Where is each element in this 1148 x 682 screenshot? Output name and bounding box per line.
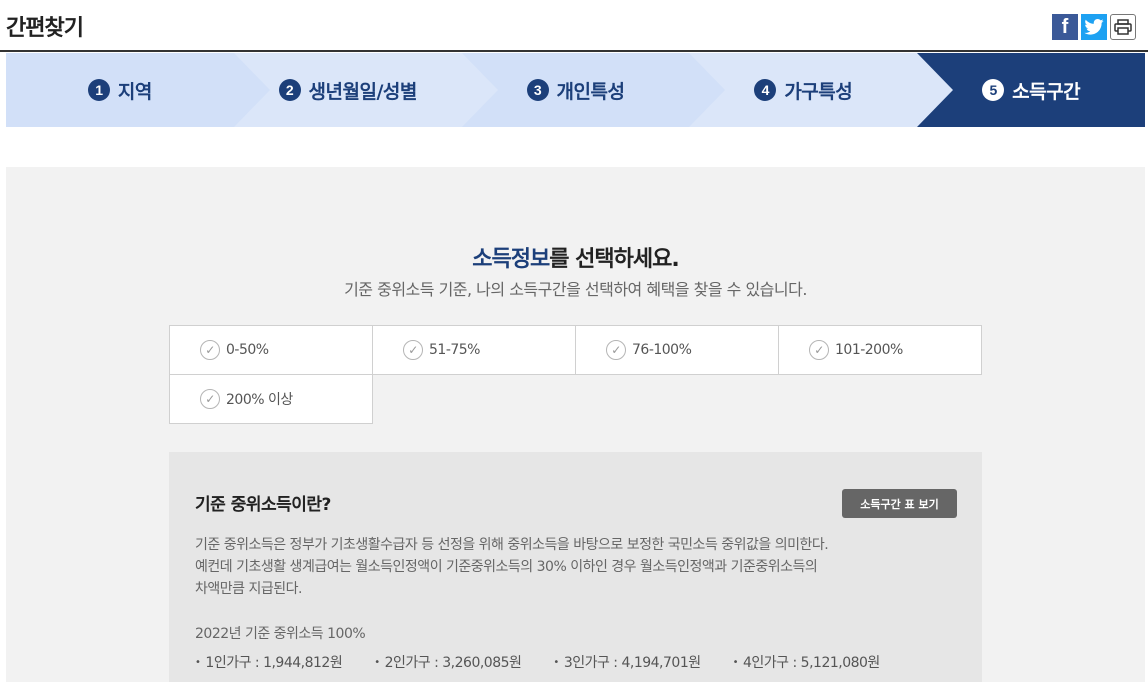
- household-item: 3인가구 : 4,194,701원: [553, 652, 701, 672]
- step-label: 소득구간: [1012, 80, 1081, 103]
- step-label: 지역: [117, 80, 152, 103]
- median-income-info: 기준 중위소득이란? 소득구간 표 보기 기준 중위소득은 정부가 기초생활수급…: [169, 452, 982, 682]
- household-item: 1인가구 : 1,944,812원: [195, 652, 342, 672]
- heading-highlight: 소득정보: [472, 247, 550, 272]
- chevron-arrow: [461, 53, 498, 127]
- heading-rest: 를 선택하세요.: [549, 247, 679, 272]
- income-option[interactable]: ✓ 101-200%: [778, 325, 982, 375]
- step-label: 가구특성: [784, 80, 853, 103]
- facebook-glyph: f: [1061, 15, 1069, 38]
- chevron-arrow: [233, 53, 270, 127]
- info-description: 기준 중위소득은 정부가 기초생활수급자 등 선정을 위해 중위소득을 바탕으로…: [195, 534, 955, 600]
- income-option[interactable]: ✓ 76-100%: [575, 325, 779, 375]
- step-number: 4: [754, 79, 777, 101]
- twitter-icon[interactable]: [1081, 14, 1107, 40]
- info-desc-line: 기준 중위소득은 정부가 기초생활수급자 등 선정을 위해 중위소득을 바탕으로…: [195, 537, 829, 553]
- household-item: 4인가구 : 5,121,080원: [733, 652, 880, 672]
- info-desc-line: 차액만큼 지급된다.: [195, 581, 302, 597]
- income-option[interactable]: ✓ 0-50%: [169, 325, 373, 375]
- step-label: 생년월일/성별: [308, 80, 418, 103]
- step-number: 3: [526, 79, 549, 101]
- household-list: 1인가구 : 1,944,812원 2인가구 : 3,260,085원 3인가구…: [195, 652, 912, 672]
- share-toolbar: f: [1052, 14, 1136, 40]
- income-option[interactable]: ✓ 200% 이상: [169, 374, 373, 424]
- header: 간편찾기 f: [0, 0, 1148, 52]
- check-icon: ✓: [200, 340, 220, 360]
- check-icon: ✓: [809, 340, 829, 360]
- info-title: 기준 중위소득이란?: [195, 495, 331, 515]
- option-label: 0-50%: [226, 342, 269, 358]
- facebook-icon[interactable]: f: [1052, 14, 1078, 40]
- step-region[interactable]: 1 지역: [6, 53, 270, 127]
- check-icon: ✓: [606, 340, 626, 360]
- option-label: 101-200%: [835, 342, 903, 358]
- step-label-wrap: 1 지역: [87, 77, 152, 104]
- income-option[interactable]: ✓ 51-75%: [372, 325, 576, 375]
- option-label: 200% 이상: [226, 392, 293, 408]
- step-label-wrap: 5 소득구간: [982, 77, 1081, 104]
- check-icon: ✓: [403, 340, 423, 360]
- check-icon: ✓: [200, 389, 220, 409]
- step-number: 2: [278, 79, 301, 101]
- income-panel: 소득정보를 선택하세요. 기준 중위소득 기준, 나의 소득구간을 선택하여 혜…: [6, 167, 1145, 682]
- section-subheading: 기준 중위소득 기준, 나의 소득구간을 선택하여 혜택을 찾을 수 있습니다.: [344, 280, 807, 299]
- step-label-wrap: 2 생년월일/성별: [278, 77, 418, 104]
- step-number: 1: [87, 79, 110, 101]
- household-item: 2인가구 : 3,260,085원: [374, 652, 522, 672]
- step-label-wrap: 4 가구특성: [754, 77, 853, 104]
- chevron-arrow: [689, 53, 726, 127]
- step-label: 개인특성: [556, 80, 625, 103]
- section-heading: 소득정보를 선택하세요.: [6, 241, 1145, 273]
- option-label: 51-75%: [429, 342, 480, 358]
- page-title: 간편찾기: [6, 16, 84, 41]
- step-navigation: 1 지역 2 생년월일/성별 3 개인특성 4 가구특성 5 소득구간: [6, 53, 1145, 127]
- income-table-button[interactable]: 소득구간 표 보기: [842, 489, 957, 518]
- step-number: 5: [982, 79, 1005, 101]
- info-year: 2022년 기준 중위소득 100%: [195, 626, 366, 642]
- option-label: 76-100%: [632, 342, 692, 358]
- info-desc-line: 예컨데 기초생활 생계급여는 월소득인정액이 기준중위소득의 30% 이하인 경…: [195, 559, 818, 575]
- print-icon[interactable]: [1110, 14, 1136, 40]
- chevron-arrow: [917, 53, 954, 127]
- step-label-wrap: 3 개인특성: [526, 77, 625, 104]
